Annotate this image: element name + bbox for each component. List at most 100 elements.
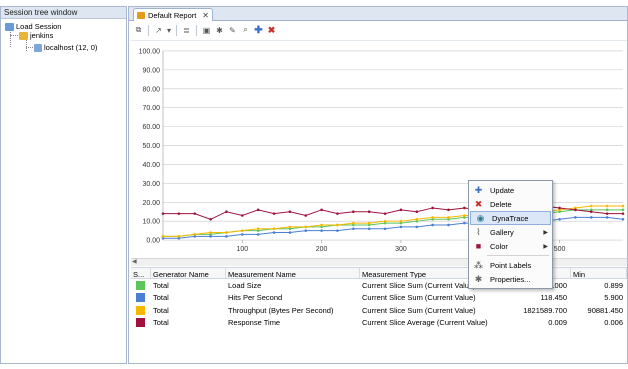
tree-item-load-session[interactable]: Load Session (5, 22, 61, 31)
menu-item-properties[interactable]: ✱ Properties... (469, 272, 552, 286)
generator-name-cell: Total (153, 280, 169, 290)
table-row[interactable]: Total Throughput (Bytes Per Second) Curren… (131, 304, 627, 317)
tab-default-report[interactable]: Default Report ✕ (133, 8, 213, 21)
header-status[interactable]: S... (131, 268, 151, 278)
measurement-name-cell: Load Size (228, 280, 262, 290)
session-tree-title: Session tree window (1, 7, 126, 19)
data-point (336, 229, 339, 232)
data-point (336, 223, 339, 227)
dropdown-icon[interactable]: ▾ (166, 25, 172, 36)
data-point (589, 204, 593, 208)
submenu-arrow-icon: ▶ (543, 243, 548, 250)
remove-icon[interactable]: ✖ (266, 25, 277, 36)
header-min[interactable]: Min (571, 268, 627, 278)
y-tick-label: 80.00 (143, 86, 161, 93)
zoom-icon[interactable]: ⌕ (240, 25, 251, 36)
y-tick-label: 50.00 (143, 143, 161, 150)
y-tick-label: 20.00 (143, 200, 161, 207)
data-point (367, 221, 371, 225)
x-tick-label: 500 (554, 246, 566, 253)
data-point (288, 210, 292, 214)
measurement-type-cell: Current Slice Average (Current Value) (362, 318, 488, 328)
data-point (367, 227, 371, 231)
tab-label: Default Report (148, 10, 197, 20)
data-point (621, 212, 625, 215)
tree-item-label: localhost (12, 0) (44, 43, 98, 52)
settings-icon[interactable]: ✱ (214, 25, 225, 36)
data-point (225, 235, 228, 238)
delete-icon: ✖ (474, 198, 483, 209)
data-point (415, 225, 419, 229)
y-tick-label: 40.00 (143, 162, 161, 169)
series-color-swatch (131, 305, 151, 315)
host-icon (34, 43, 42, 52)
data-point (272, 227, 276, 231)
measurement-name-cell: Response Time (228, 318, 281, 328)
menu-item-delete[interactable]: ✖ Delete (469, 197, 552, 211)
filter-icon[interactable]: ≣ (181, 25, 192, 36)
menu-item-label: Properties... (490, 274, 531, 284)
data-point (241, 233, 244, 236)
data-point (621, 204, 625, 208)
scroll-left-icon[interactable]: ◀ (132, 258, 137, 265)
data-point (304, 225, 308, 229)
data-point (272, 212, 276, 215)
value-cell: 0.009 (548, 318, 567, 328)
x-tick-label: 200 (316, 246, 328, 253)
add-icon[interactable]: ✚ (253, 25, 264, 36)
data-point (399, 225, 403, 229)
menu-item-label: DynaTrace (492, 213, 529, 223)
chart-type-icon[interactable]: ↗ (153, 25, 164, 36)
point-labels-icon: ⁂ (474, 259, 483, 270)
tree-connector (26, 47, 33, 48)
generator-name-cell: Total (153, 293, 169, 303)
tree-item-jenkins[interactable]: jenkins (19, 31, 53, 40)
copy-icon[interactable]: ⧉ (133, 25, 144, 36)
data-point (558, 206, 561, 210)
y-tick-label: 90.00 (143, 67, 161, 74)
menu-item-update[interactable]: ✚ Update (469, 183, 552, 197)
data-point (589, 216, 593, 219)
tree-item-label: jenkins (30, 31, 54, 40)
series-color-swatch (131, 280, 151, 290)
data-point (415, 210, 419, 214)
menu-item-color[interactable]: ■ Color ▶ (469, 239, 552, 253)
y-tick-label: 70.00 (143, 105, 161, 112)
min-cell: 90881.450 (587, 305, 623, 315)
table-row[interactable]: Total Response Time Current Slice Average … (131, 317, 627, 330)
x-tick-label: 100 (236, 246, 248, 253)
data-point (558, 218, 561, 221)
menu-item-point-labels[interactable]: ⁂ Point Labels (469, 258, 552, 272)
color-swatch (136, 318, 145, 328)
data-point (288, 231, 292, 234)
edit-icon[interactable]: ✎ (227, 25, 238, 36)
menu-separator (487, 255, 549, 256)
data-point (256, 233, 260, 236)
data-point (463, 214, 466, 217)
header-measurement[interactable]: Measurement Name (226, 268, 360, 278)
menu-item-dynatrace[interactable]: ◉ DynaTrace (470, 211, 551, 225)
value-cell: 118.450 (540, 293, 567, 303)
close-icon[interactable]: ✕ (202, 11, 209, 20)
data-point (605, 212, 609, 215)
data-point (241, 214, 244, 217)
menu-item-gallery[interactable]: ⌇ Gallery ▶ (469, 225, 552, 239)
value-cell: 1821589.700 (523, 305, 567, 315)
data-point (605, 216, 609, 219)
color-swatch (136, 305, 145, 315)
header-generator[interactable]: Generator Name (151, 268, 226, 278)
min-cell: 0.006 (604, 318, 623, 328)
save-icon[interactable]: ▣ (201, 25, 212, 36)
measurement-name-cell: Throughput (Bytes Per Second) (228, 305, 334, 315)
tree-item-localhost[interactable]: localhost (12, 0) (34, 43, 97, 52)
table-row[interactable]: Total Hits Per Second Current Slice Sum (C… (131, 292, 627, 305)
submenu-arrow-icon: ▶ (543, 229, 548, 236)
data-point (383, 219, 387, 223)
plus-icon: ✚ (474, 184, 483, 195)
data-point (447, 208, 450, 212)
data-point (399, 219, 403, 223)
report-icon (137, 11, 145, 19)
data-point (431, 206, 434, 210)
measurement-type-cell: Current Slice Sum (Current Value) (362, 293, 476, 303)
data-point (463, 221, 466, 225)
